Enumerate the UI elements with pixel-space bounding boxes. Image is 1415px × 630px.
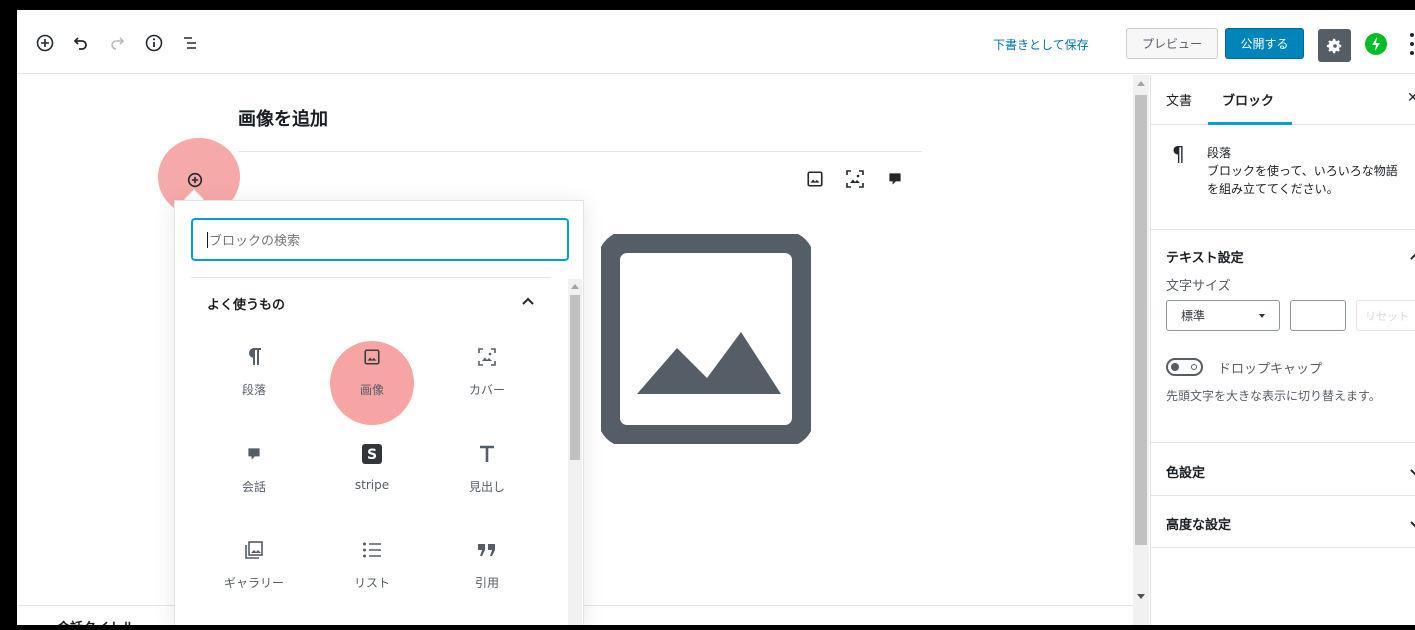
settings-sidebar: 文書 ブロック ✕ ¶ 段落 ブロックを使って、いろいろな物語 を組み立ててくだ…	[1150, 75, 1415, 625]
image-placeholder-icon	[593, 211, 819, 466]
undo-icon[interactable]	[70, 32, 92, 54]
block-item-heading[interactable]: 見出し	[432, 430, 542, 512]
block-item-label: 画像	[359, 383, 384, 397]
image-shortcut-icon[interactable]	[805, 169, 825, 189]
editor-window: 下書きとして保存 プレビュー 公開する 画像を追加 ブロックの検索 よく使うもの…	[17, 10, 1415, 625]
editor-scrollbar[interactable]	[1133, 75, 1149, 625]
chevron-down-icon	[1259, 314, 1265, 318]
block-item-quote[interactable]: 引用	[432, 526, 542, 608]
quote-icon	[475, 538, 499, 562]
svg-text:S: S	[367, 447, 377, 463]
font-size-select[interactable]: 標準	[1166, 300, 1280, 331]
advanced-settings-panel[interactable]: 高度な設定	[1151, 496, 1415, 548]
redo-icon[interactable]	[106, 32, 128, 54]
font-size-label: 文字サイズ	[1166, 279, 1231, 294]
block-item-label: 会話	[241, 480, 266, 494]
divider	[191, 277, 551, 278]
close-icon[interactable]: ✕	[1407, 90, 1415, 106]
scrollbar-thumb[interactable]	[1135, 95, 1147, 545]
block-item-label: ギャラリー	[223, 576, 284, 590]
block-item-gallery[interactable]: ギャラリー	[199, 526, 309, 608]
paragraph-icon	[242, 345, 266, 369]
block-item-label: 段落	[241, 383, 266, 397]
cover-shortcut-icon[interactable]	[845, 169, 865, 189]
chevron-up-icon[interactable]	[1409, 248, 1415, 260]
block-item-label: リスト	[353, 576, 390, 590]
active-tab-indicator	[1208, 122, 1292, 125]
scroll-down-icon[interactable]	[1137, 594, 1145, 599]
info-icon[interactable]	[143, 32, 165, 54]
panel-title[interactable]: テキスト設定	[1166, 247, 1244, 266]
color-settings-panel[interactable]: 色設定	[1151, 443, 1415, 496]
speech-bubble-icon	[242, 442, 266, 466]
font-size-value: 標準	[1181, 309, 1206, 323]
block-inserter-popover: ブロックの検索 よく使うもの 段落 画像 カバー 会話 S stripe 見出し…	[174, 200, 584, 625]
gear-icon	[1326, 38, 1341, 53]
top-toolbar: 下書きとして保存 プレビュー 公開する	[17, 10, 1415, 74]
tab-document[interactable]: 文書	[1166, 90, 1192, 109]
divider	[238, 151, 922, 152]
scrollbar-thumb[interactable]	[570, 295, 580, 460]
block-search-input[interactable]: ブロックの検索	[191, 218, 569, 261]
add-block-icon[interactable]	[34, 32, 56, 54]
inline-insert-icon[interactable]	[185, 170, 205, 190]
publish-button[interactable]: 公開する	[1225, 28, 1304, 59]
block-item-label: 引用	[474, 576, 499, 590]
tab-block[interactable]: ブロック	[1222, 90, 1274, 109]
block-item-paragraph[interactable]: 段落	[199, 333, 309, 415]
jetpack-icon[interactable]	[1365, 33, 1387, 55]
custom-size-input[interactable]	[1290, 300, 1346, 331]
scroll-up-icon[interactable]	[1137, 81, 1145, 86]
block-item-stripe[interactable]: S stripe	[317, 430, 427, 512]
chevron-up-icon[interactable]	[520, 294, 536, 310]
block-item-label: 見出し	[468, 480, 505, 494]
scroll-up-icon[interactable]	[571, 284, 579, 289]
block-description: ブロックを使って、いろいろな物語 を組み立ててください。	[1207, 164, 1398, 196]
panel-title[interactable]: 高度な設定	[1166, 514, 1231, 533]
post-title[interactable]: 画像を追加	[238, 105, 328, 131]
toggle-ring	[1191, 364, 1197, 370]
drop-cap-label: ドロップキャップ	[1218, 362, 1323, 377]
text-settings-panel: テキスト設定	[1151, 230, 1415, 443]
sidebar-tabs: 文書 ブロック ✕	[1151, 75, 1415, 125]
stripe-icon: S	[360, 442, 384, 466]
block-item-image[interactable]: 画像	[317, 333, 427, 415]
block-item-list[interactable]: リスト	[317, 526, 427, 608]
cover-icon	[475, 345, 499, 369]
block-navigation-icon[interactable]	[179, 32, 201, 54]
block-name: 段落	[1207, 146, 1232, 160]
heading-icon	[475, 442, 499, 466]
image-icon	[360, 345, 384, 369]
search-placeholder: ブロックの検索	[209, 234, 301, 249]
block-item-label: カバー	[468, 383, 505, 397]
drop-cap-help: 先頭文字を大きな表示に切り替えます。	[1166, 389, 1381, 403]
speech-bubble-shortcut-icon[interactable]	[885, 169, 905, 189]
text-caret	[207, 231, 208, 248]
chevron-down-icon[interactable]	[1409, 463, 1415, 476]
list-icon	[360, 538, 384, 562]
section-title[interactable]: よく使うもの	[207, 294, 285, 313]
block-item-label: stripe	[354, 478, 390, 492]
block-item-cover[interactable]: カバー	[432, 333, 542, 415]
block-card: ¶ 段落 ブロックを使って、いろいろな物語 を組み立ててください。	[1151, 126, 1415, 230]
inserter-scrollbar[interactable]	[568, 279, 582, 625]
drop-cap-toggle[interactable]	[1166, 358, 1203, 376]
settings-button[interactable]	[1318, 29, 1351, 62]
bottom-block-text[interactable]: 会話タイトル	[57, 617, 135, 625]
panel-title[interactable]: 色設定	[1166, 462, 1205, 481]
more-menu-icon[interactable]	[1409, 33, 1415, 55]
chevron-down-icon[interactable]	[1409, 515, 1415, 528]
save-draft-link[interactable]: 下書きとして保存	[993, 36, 1089, 53]
preview-button[interactable]: プレビュー	[1126, 28, 1218, 59]
gallery-icon	[242, 538, 266, 562]
paragraph-icon: ¶	[1172, 142, 1185, 166]
reset-button[interactable]: リセット	[1356, 300, 1415, 331]
block-item-conversation[interactable]: 会話	[199, 430, 309, 512]
toggle-knob	[1171, 363, 1179, 371]
